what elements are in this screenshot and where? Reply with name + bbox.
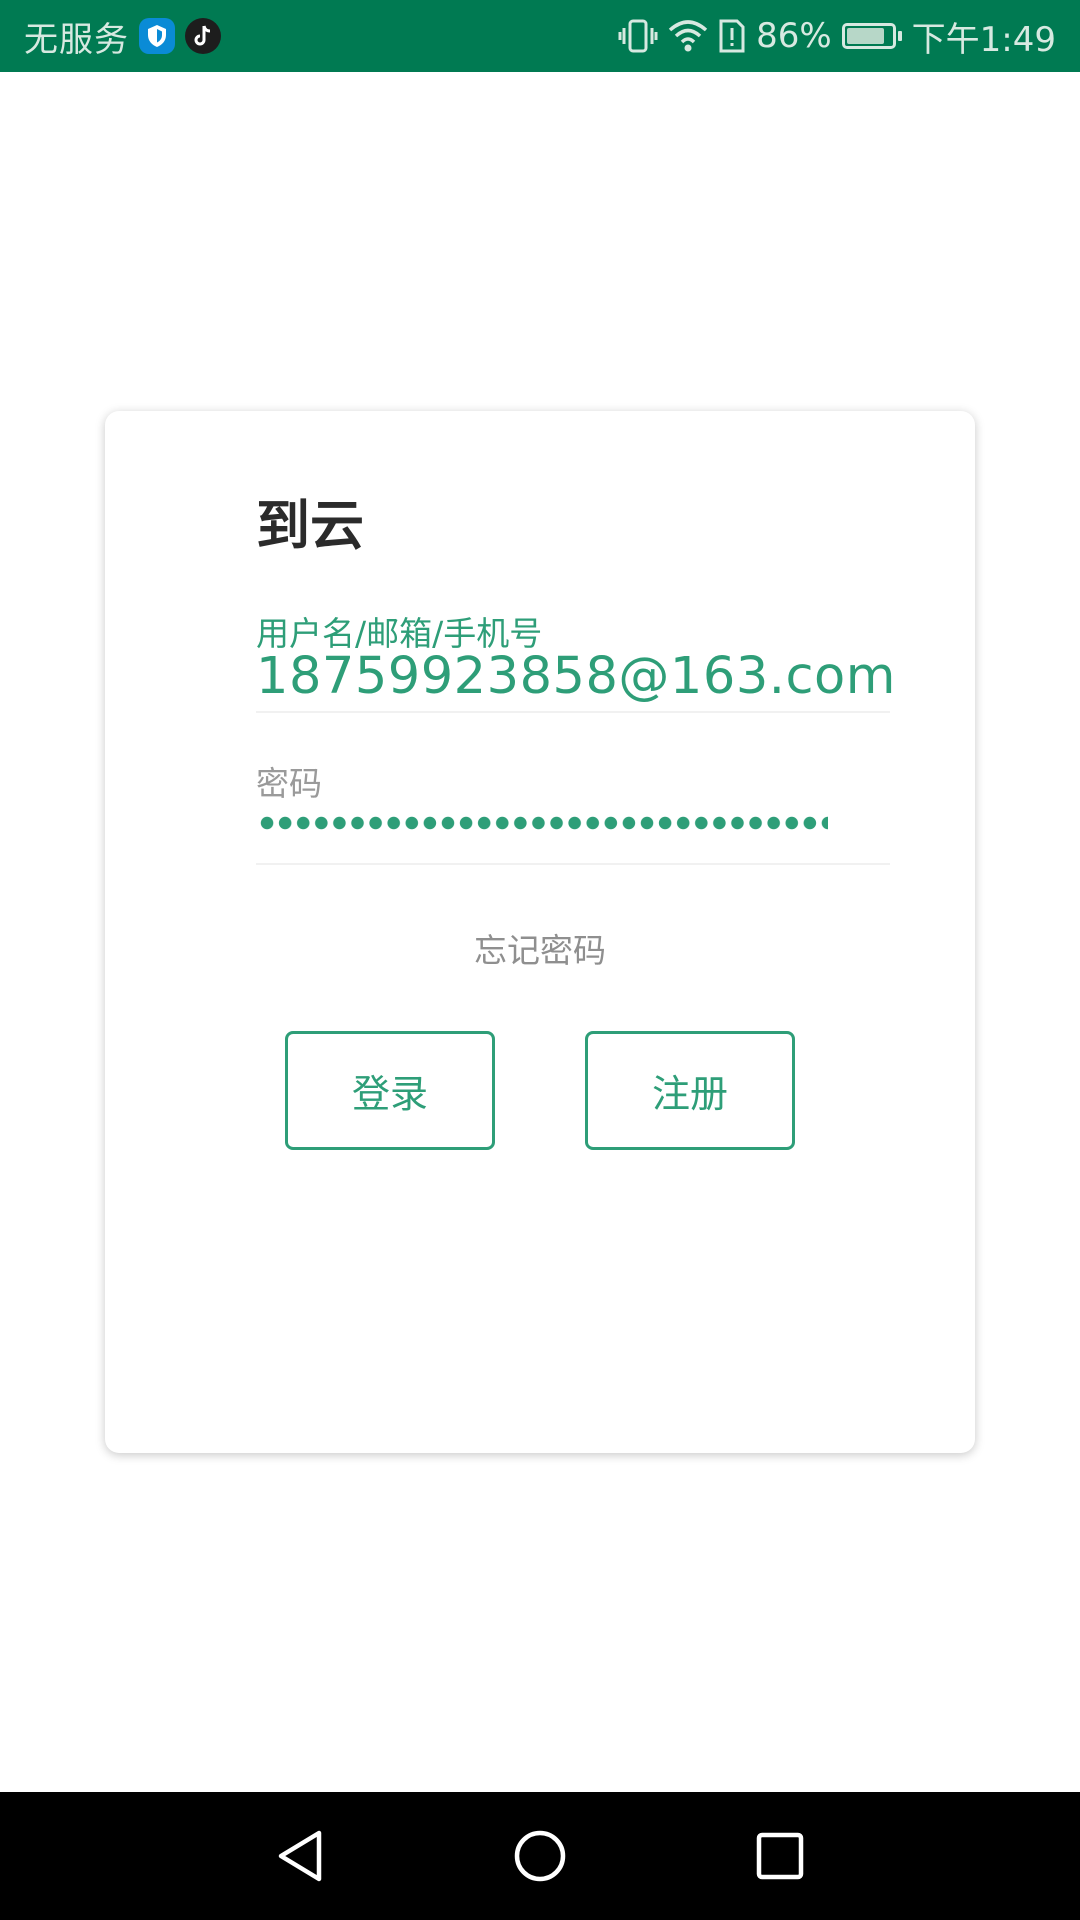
status-right: 86% 下午1:49 xyxy=(618,12,1056,61)
login-button[interactable]: 登录 xyxy=(285,1031,495,1150)
clock-text: 下午1:49 xyxy=(911,19,1056,60)
status-bar: 无服务 86% 下午1:49 xyxy=(0,0,1080,72)
password-input[interactable] xyxy=(258,816,828,830)
sim-alert-icon xyxy=(718,18,746,54)
username-input[interactable]: 18759923858@163.com xyxy=(256,647,896,706)
username-underline xyxy=(256,711,890,713)
battery-percent: 86% xyxy=(756,16,832,56)
register-button[interactable]: 注册 xyxy=(585,1031,795,1150)
password-label: 密码 xyxy=(256,764,322,803)
back-icon xyxy=(278,1830,322,1882)
vibrate-icon xyxy=(618,18,658,54)
shield-app-icon xyxy=(139,18,175,54)
home-icon xyxy=(514,1830,566,1882)
app-title: 到云 xyxy=(256,494,364,557)
battery-icon xyxy=(841,23,902,49)
login-card: 到云 用户名/邮箱/手机号 18759923858@163.com 密码 忘记密… xyxy=(105,411,975,1453)
home-button[interactable] xyxy=(510,1826,570,1886)
forgot-password-link[interactable]: 忘记密码 xyxy=(105,924,975,972)
password-underline xyxy=(256,863,890,865)
tiktok-app-icon xyxy=(185,18,221,54)
status-left: 无服务 xyxy=(24,12,221,61)
carrier-text: 无服务 xyxy=(24,19,129,60)
recents-icon xyxy=(756,1832,804,1880)
recents-button[interactable] xyxy=(750,1826,810,1886)
back-button[interactable] xyxy=(270,1826,330,1886)
navigation-bar xyxy=(0,1792,1080,1920)
wifi-icon xyxy=(668,18,708,54)
